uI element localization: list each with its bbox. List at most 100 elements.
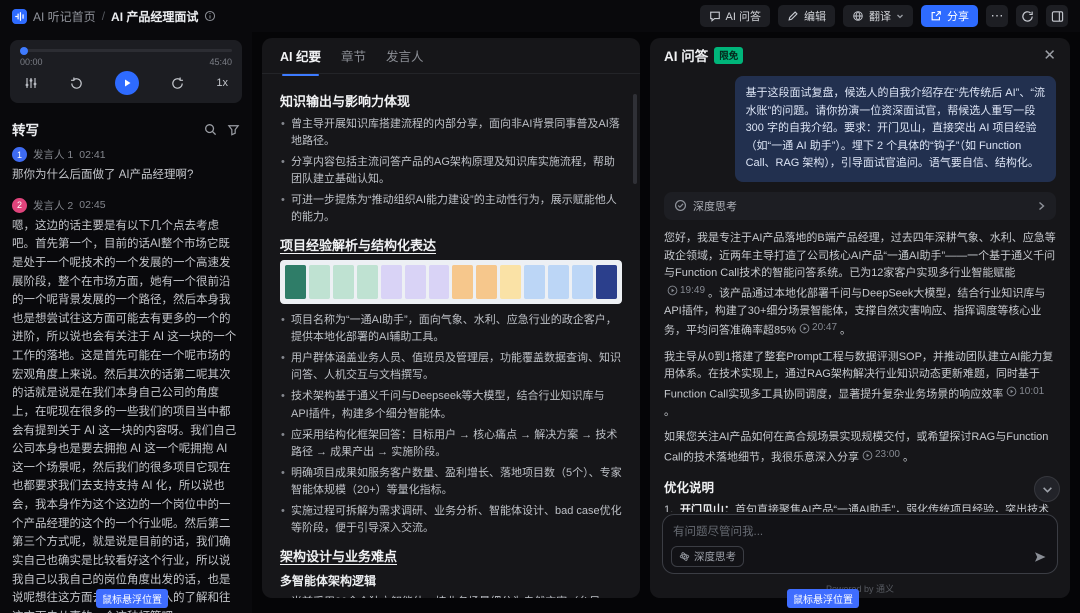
share-icon	[930, 10, 942, 22]
timestamp-link[interactable]: 23:00	[862, 447, 900, 463]
optimization-title: 优化说明	[664, 477, 1056, 496]
more-button[interactable]: ⋯	[986, 5, 1008, 27]
timestamp-link[interactable]: 20:47	[799, 320, 837, 336]
tab-章节[interactable]: 章节	[341, 46, 366, 65]
user-message-bubble: 基于这段面试复盘，候选人的自我介绍存在“先传统后 AI”、“流水账”的问题。请你…	[735, 76, 1056, 182]
qa-answer: 您好，我是专注于AI产品落地的B端产品经理，过去四年深耕气象、水利、应急等政企领…	[664, 230, 1056, 467]
breadcrumb-separator: /	[102, 9, 105, 23]
qa-panel: AI 问答 限免 ✕ 基于这段面试复盘，候选人的自我介绍存在“先传统后 AI”、…	[650, 38, 1070, 598]
summary-bullet: 项目名称为“一通AI助手”，面向气象、水利、应急行业的政企客户，提供本地化部署的…	[280, 312, 622, 346]
summary-heading: 架构设计与业务难点	[280, 546, 622, 565]
summary-bullet: 曾主导开展知识库搭建流程的内部分享，面向非AI背景同事普及AI落地路径。	[280, 116, 622, 150]
summary-bullet: 可进一步提炼为“推动组织AI能力建设”的主动性行为，展示赋能他人的能力。	[280, 192, 622, 226]
transcript-title: 转写	[12, 119, 39, 139]
timestamp-link[interactable]: 10:01	[1006, 384, 1044, 400]
summary-bullet: 应采用结构化框架回答：目标用户 → 核心痛点 → 解决方案 → 技术路径 → 成…	[280, 427, 622, 461]
globe-icon	[852, 10, 864, 22]
diagram-node	[357, 265, 378, 299]
diagram-node	[524, 265, 545, 299]
app-window: AI 听记首页 / AI 产品经理面试 AI 问答 编辑 翻译	[0, 0, 1080, 613]
architecture-diagram-image[interactable]	[280, 260, 622, 304]
current-time: 00:00	[20, 57, 43, 67]
summary-content: 知识输出与影响力体现曾主导开展知识库搭建流程的内部分享，面向非AI背景同事普及A…	[262, 74, 640, 598]
equalizer-icon[interactable]	[24, 76, 38, 90]
transcript-entry[interactable]: 2发言人 202:45嗯，这边的话主要是有以下几个点去考虑吧。首先第一个，目前的…	[12, 198, 240, 613]
summary-heading: 项目经验解析与结构化表达	[280, 235, 622, 254]
speaker-name: 发言人 2	[33, 198, 73, 213]
deep-think-toggle-label: 深度思考	[694, 549, 736, 564]
powered-by: Powered by 通义	[650, 582, 1070, 595]
tab-AI 纪要[interactable]: AI 纪要	[280, 46, 321, 65]
diagram-node	[572, 265, 593, 299]
diagram-node	[548, 265, 569, 299]
scrollbar-thumb[interactable]	[633, 94, 637, 184]
breadcrumb-home[interactable]: AI 听记首页	[33, 8, 96, 25]
diagram-node	[405, 265, 426, 299]
playback-speed[interactable]: 1x	[216, 77, 228, 89]
tab-发言人[interactable]: 发言人	[386, 46, 424, 65]
transcript-list: 1发言人 102:41那你为什么后面做了 AI产品经理啊?2发言人 202:45…	[0, 147, 252, 613]
mouse-hover-tooltip: 鼠标悬浮位置	[96, 589, 168, 608]
summary-tabs: AI 纪要 章节 发言人	[262, 38, 640, 74]
ai-qa-button[interactable]: AI 问答	[700, 5, 770, 27]
search-icon[interactable]	[204, 123, 217, 136]
answer-paragraph: 如果您关注AI产品如何在高合规场景实现规模交付，或希望探讨RAG与Functio…	[664, 429, 1056, 467]
filter-icon[interactable]	[227, 123, 240, 136]
share-button[interactable]: 分享	[921, 5, 978, 27]
diagram-node	[452, 265, 473, 299]
summary-bullet: 技术架构基于通义千问与Deepseek等大模型，结合行业知识库与API插件，构建…	[280, 388, 622, 422]
speaker-name: 发言人 1	[33, 147, 73, 162]
summary-bullet: 分享内容包括主流问答产品的AG架构原理及知识库实施流程，帮助团队建立基础认知。	[280, 154, 622, 188]
check-circle-icon	[674, 199, 687, 212]
share-button-label: 分享	[947, 8, 969, 24]
qa-footer: 深度思考 Powered by 通义	[650, 512, 1070, 598]
scroll-to-bottom-button[interactable]	[1034, 476, 1060, 502]
chat-icon	[709, 10, 721, 22]
diagram-node	[596, 265, 617, 299]
entry-text: 那你为什么后面做了 AI产品经理啊?	[12, 166, 240, 185]
forward-icon[interactable]	[170, 76, 185, 91]
entry-text: 嗯，这边的话主要是有以下几个点去考虑吧。首先第一个，目前的话AI整个市场它既是处…	[12, 217, 240, 613]
refresh-button[interactable]	[1016, 5, 1038, 27]
summary-subheading: 多智能体架构逻辑	[280, 572, 622, 589]
edit-button[interactable]: 编辑	[778, 5, 835, 27]
transcript-header: 转写	[0, 107, 252, 147]
page-title: AI 产品经理面试	[111, 8, 198, 25]
diagram-node	[309, 265, 330, 299]
summary-bullet: 明确项目成果如服务客户数量、盈利增长、落地项目数（5个）、专家智能体规模（20+…	[280, 465, 622, 499]
pencil-icon	[787, 10, 799, 22]
question-input-box[interactable]: 深度思考	[662, 514, 1058, 574]
summary-bullet: 实施过程可拆解为需求调研、业务分析、智能体设计、bad case优化等阶段，便于…	[280, 503, 622, 537]
edit-button-label: 编辑	[804, 8, 826, 24]
timestamp-link[interactable]: 19:49	[667, 283, 705, 299]
chevron-down-icon	[896, 12, 904, 20]
translate-button-label: 翻译	[869, 8, 891, 24]
diagram-node	[333, 265, 354, 299]
rewind-icon[interactable]	[69, 76, 84, 91]
play-button[interactable]	[115, 71, 139, 95]
atom-icon	[679, 551, 690, 562]
app-logo-icon	[12, 9, 27, 24]
qa-title: AI 问答	[664, 45, 708, 65]
transcript-entry[interactable]: 1发言人 102:41那你为什么后面做了 AI产品经理啊?	[12, 147, 240, 185]
mouse-hover-tooltip: 鼠标悬浮位置	[787, 589, 859, 608]
entry-time[interactable]: 02:45	[79, 199, 105, 211]
audio-player: 00:00 45:40 1x	[10, 40, 242, 103]
deep-think-collapse[interactable]: 深度思考	[664, 192, 1056, 220]
translate-button[interactable]: 翻译	[843, 5, 913, 27]
deep-think-toggle[interactable]: 深度思考	[671, 546, 744, 567]
info-icon[interactable]	[204, 10, 216, 22]
qa-header: AI 问答 限免 ✕	[650, 38, 1070, 72]
summary-heading: 知识输出与影响力体现	[280, 91, 622, 110]
progress-bar[interactable]	[20, 49, 232, 52]
question-input[interactable]	[673, 523, 1047, 547]
entry-time[interactable]: 02:41	[79, 149, 105, 161]
close-icon[interactable]: ✕	[1043, 48, 1056, 63]
ai-qa-button-label: AI 问答	[726, 8, 761, 24]
send-button[interactable]	[1033, 550, 1047, 564]
layout-panel-button[interactable]	[1046, 5, 1068, 27]
answer-paragraph: 我主导从0到1搭建了整套Prompt工程与数据评测SOP，并推动团队建立AI能力…	[664, 349, 1056, 422]
diagram-node	[476, 265, 497, 299]
progress-handle[interactable]	[20, 47, 28, 55]
total-time: 45:40	[209, 57, 232, 67]
